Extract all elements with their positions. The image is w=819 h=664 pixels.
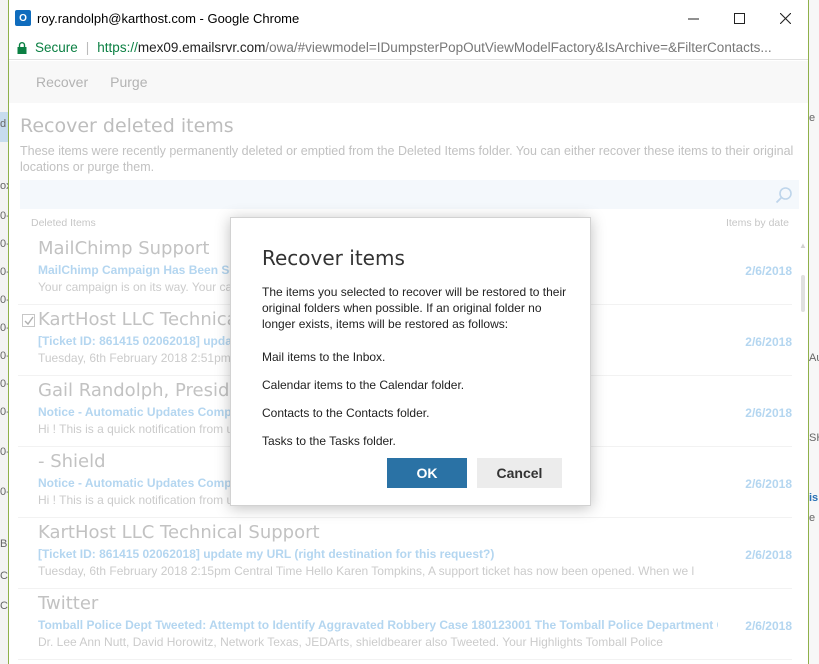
url-path: /owa/#viewmodel=IDumpsterPopOutViewModel… [265,40,772,55]
secure-label: Secure [35,40,78,55]
address-bar[interactable]: Secure | https:// mex09.emailsrvr.com /o… [9,36,808,60]
maximize-icon [733,12,745,24]
minimize-icon [687,18,699,19]
background-text: SH [809,432,819,444]
url-scheme: https:// [97,40,138,55]
url-host: mex09.emailsrvr.com [137,40,266,55]
maximize-button[interactable] [716,0,762,36]
background-text: d [0,118,7,130]
minimize-button[interactable] [670,0,716,36]
dialog-line-mail: Mail items to the Inbox. [262,350,386,364]
cancel-button[interactable]: Cancel [477,458,562,488]
dialog-line-contacts: Contacts to the Contacts folder. [262,406,430,420]
recover-items-dialog: Recover items The items you selected to … [230,217,591,506]
window-title: roy.randolph@karthost.com - Google Chrom… [37,10,300,26]
background-app-right-edge: e Au SH is e [808,0,819,664]
recover-deleted-items-page: Recover Purge Recover deleted items Thes… [9,61,808,664]
close-icon [779,12,791,24]
background-text: is [809,492,819,504]
background-text: e [809,512,816,524]
background-text: e [809,112,816,124]
close-button[interactable] [762,0,808,36]
dialog-line-tasks: Tasks to the Tasks folder. [262,434,396,448]
background-text: Au [809,352,819,364]
ok-button[interactable]: OK [387,458,467,488]
window-controls [670,0,808,36]
lock-icon [17,41,27,54]
outlook-app-icon: O [15,10,31,26]
address-separator: | [85,40,90,55]
chrome-popup-window: O roy.randolph@karthost.com - Google Chr… [8,0,809,664]
dialog-body: The items you selected to recover will b… [262,285,567,331]
dialog-line-calendar: Calendar items to the Calendar folder. [262,378,465,392]
dialog-title: Recover items [262,246,405,270]
window-titlebar: O roy.randolph@karthost.com - Google Chr… [9,0,808,36]
